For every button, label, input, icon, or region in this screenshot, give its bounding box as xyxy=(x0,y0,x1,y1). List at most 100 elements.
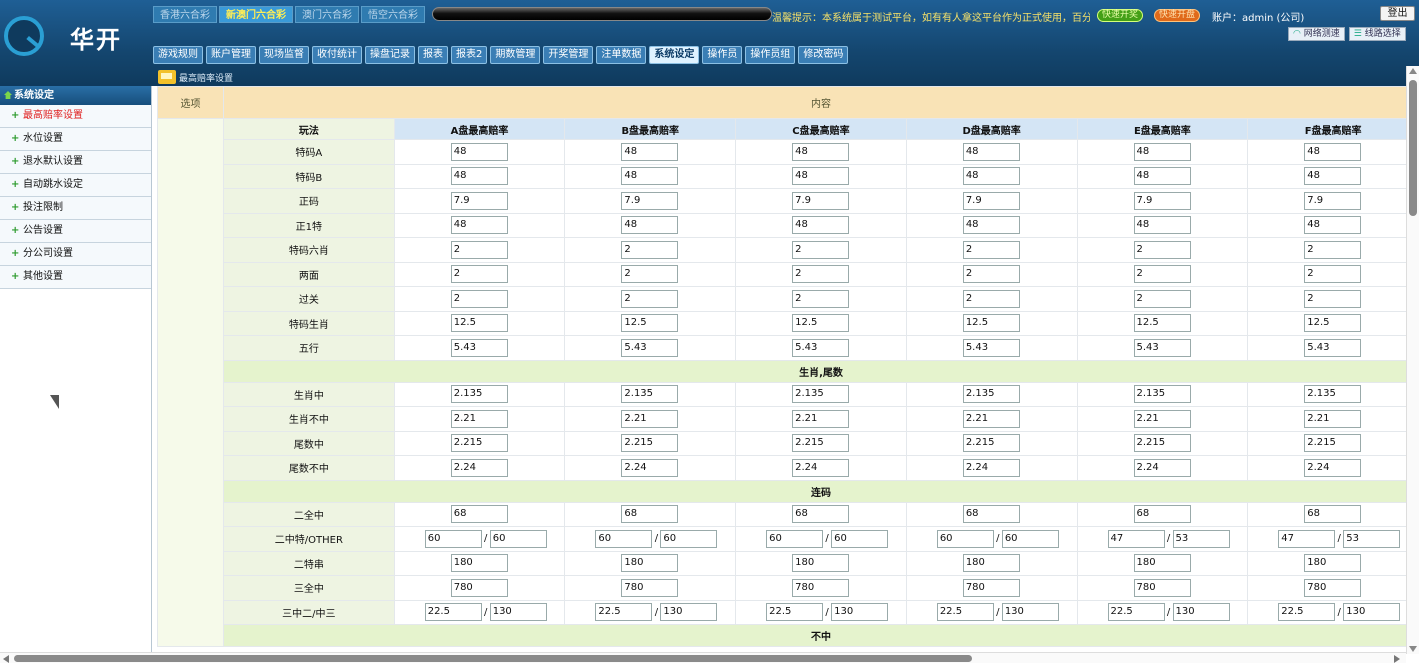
odds-input[interactable]: 2 xyxy=(1133,265,1191,284)
odds-input[interactable]: 48 xyxy=(1133,142,1191,161)
odds-input[interactable]: 130 xyxy=(1343,603,1401,622)
odds-input[interactable]: 2 xyxy=(962,265,1020,284)
nav-tab[interactable]: 期数管理 xyxy=(490,46,541,64)
quick-draw-button[interactable]: 快速开奖 xyxy=(1097,9,1144,22)
odds-input[interactable]: 180 xyxy=(621,554,679,573)
odds-input[interactable]: 60 xyxy=(489,529,547,548)
odds-input[interactable]: 2 xyxy=(1133,240,1191,259)
odds-input[interactable]: 68 xyxy=(792,505,850,524)
sidebar-item[interactable]: 公告设置 xyxy=(0,220,151,243)
odds-input[interactable]: 60 xyxy=(660,529,718,548)
sidebar-item[interactable]: 自动跳水设定 xyxy=(0,174,151,197)
odds-input[interactable]: 48 xyxy=(1304,142,1362,161)
odds-input[interactable]: 180 xyxy=(1133,554,1191,573)
odds-input[interactable]: 130 xyxy=(660,603,718,622)
odds-input[interactable]: 2 xyxy=(1304,240,1362,259)
nav-tab[interactable]: 现场监督 xyxy=(259,46,309,64)
odds-input[interactable]: 48 xyxy=(621,216,679,235)
odds-input[interactable]: 68 xyxy=(1304,505,1362,524)
odds-input[interactable]: 2 xyxy=(621,265,679,284)
nav-tab[interactable]: 操作员 xyxy=(702,46,743,64)
odds-input[interactable]: 2 xyxy=(450,240,508,259)
nav-tab[interactable]: 开奖管理 xyxy=(543,46,594,64)
odds-input[interactable]: 48 xyxy=(792,216,850,235)
odds-input[interactable]: 2.21 xyxy=(792,409,850,428)
odds-input[interactable]: 48 xyxy=(1304,216,1362,235)
odds-input[interactable]: 2.21 xyxy=(962,409,1020,428)
odds-input[interactable]: 22.5 xyxy=(766,603,824,622)
odds-input[interactable]: 5.43 xyxy=(450,338,508,357)
odds-input[interactable]: 2.24 xyxy=(962,458,1020,477)
sidebar-item[interactable]: 其他设置 xyxy=(0,266,151,289)
odds-input[interactable]: 130 xyxy=(831,603,889,622)
nav-tab[interactable]: 修改密码 xyxy=(798,46,849,64)
sidebar-item[interactable]: 投注限制 xyxy=(0,197,151,220)
nav-tab[interactable]: 系统设定 xyxy=(649,46,700,64)
odds-input[interactable]: 7.9 xyxy=(450,191,508,210)
odds-input[interactable]: 780 xyxy=(450,578,508,597)
odds-input[interactable]: 68 xyxy=(621,505,679,524)
odds-input[interactable]: 7.9 xyxy=(1304,191,1362,210)
odds-input[interactable]: 12.5 xyxy=(792,314,850,333)
odds-input[interactable]: 2.215 xyxy=(450,434,508,453)
odds-input[interactable]: 60 xyxy=(936,529,994,548)
odds-input[interactable]: 2 xyxy=(792,265,850,284)
vertical-scroll-thumb[interactable] xyxy=(1409,80,1417,216)
odds-input[interactable]: 48 xyxy=(962,216,1020,235)
odds-input[interactable]: 60 xyxy=(595,529,653,548)
odds-input[interactable]: 47 xyxy=(1278,529,1336,548)
odds-input[interactable]: 2 xyxy=(962,289,1020,308)
lottery-tab[interactable]: 香港六合彩 xyxy=(153,6,217,23)
odds-input[interactable]: 2 xyxy=(962,240,1020,259)
quick-open-button[interactable]: 快速开盘 xyxy=(1154,9,1201,22)
nav-tab[interactable]: 收付统计 xyxy=(312,46,362,64)
odds-input[interactable]: 68 xyxy=(962,505,1020,524)
odds-input[interactable]: 2.24 xyxy=(1304,458,1362,477)
odds-input[interactable]: 2.135 xyxy=(1133,385,1191,404)
odds-input[interactable]: 2.135 xyxy=(962,385,1020,404)
odds-input[interactable]: 48 xyxy=(1304,167,1362,186)
odds-input[interactable]: 60 xyxy=(831,529,889,548)
scroll-up-icon[interactable] xyxy=(1409,68,1417,74)
lottery-tab[interactable]: 澳门六合彩 xyxy=(295,6,359,23)
sidebar-item[interactable]: 最高赔率设置 xyxy=(0,105,151,128)
odds-input[interactable]: 5.43 xyxy=(962,338,1020,357)
odds-input[interactable]: 2.24 xyxy=(450,458,508,477)
odds-input[interactable]: 2 xyxy=(621,289,679,308)
odds-input[interactable]: 48 xyxy=(1133,167,1191,186)
odds-input[interactable]: 12.5 xyxy=(621,314,679,333)
odds-input[interactable]: 180 xyxy=(792,554,850,573)
odds-input[interactable]: 180 xyxy=(962,554,1020,573)
odds-input[interactable]: 2 xyxy=(450,265,508,284)
odds-input[interactable]: 48 xyxy=(450,167,508,186)
odds-input[interactable]: 60 xyxy=(766,529,824,548)
odds-input[interactable]: 22.5 xyxy=(1278,603,1336,622)
odds-input[interactable]: 12.5 xyxy=(450,314,508,333)
odds-input[interactable]: 2.215 xyxy=(962,434,1020,453)
odds-input[interactable]: 780 xyxy=(962,578,1020,597)
odds-input[interactable]: 48 xyxy=(962,167,1020,186)
odds-input[interactable]: 2 xyxy=(1133,289,1191,308)
odds-input[interactable]: 48 xyxy=(792,167,850,186)
odds-input[interactable]: 7.9 xyxy=(792,191,850,210)
nav-tab[interactable]: 注单数据 xyxy=(596,46,647,64)
odds-input[interactable]: 780 xyxy=(792,578,850,597)
odds-input[interactable]: 48 xyxy=(621,167,679,186)
sidebar-item[interactable]: 退水默认设置 xyxy=(0,151,151,174)
odds-input[interactable]: 5.43 xyxy=(621,338,679,357)
odds-input[interactable]: 7.9 xyxy=(1133,191,1191,210)
odds-input[interactable]: 2 xyxy=(792,240,850,259)
odds-input[interactable]: 68 xyxy=(450,505,508,524)
odds-input[interactable]: 180 xyxy=(1304,554,1362,573)
scroll-right-icon[interactable] xyxy=(1394,655,1400,663)
odds-input[interactable]: 12.5 xyxy=(1133,314,1191,333)
odds-input[interactable]: 2.24 xyxy=(792,458,850,477)
nav-tab[interactable]: 操盘记录 xyxy=(365,46,415,64)
odds-input[interactable]: 2 xyxy=(1304,265,1362,284)
odds-input[interactable]: 2.215 xyxy=(621,434,679,453)
odds-input[interactable]: 7.9 xyxy=(621,191,679,210)
nav-tab[interactable]: 操作员组 xyxy=(745,46,796,64)
odds-input[interactable]: 22.5 xyxy=(424,603,482,622)
odds-input[interactable]: 2.24 xyxy=(621,458,679,477)
odds-input[interactable]: 5.43 xyxy=(792,338,850,357)
